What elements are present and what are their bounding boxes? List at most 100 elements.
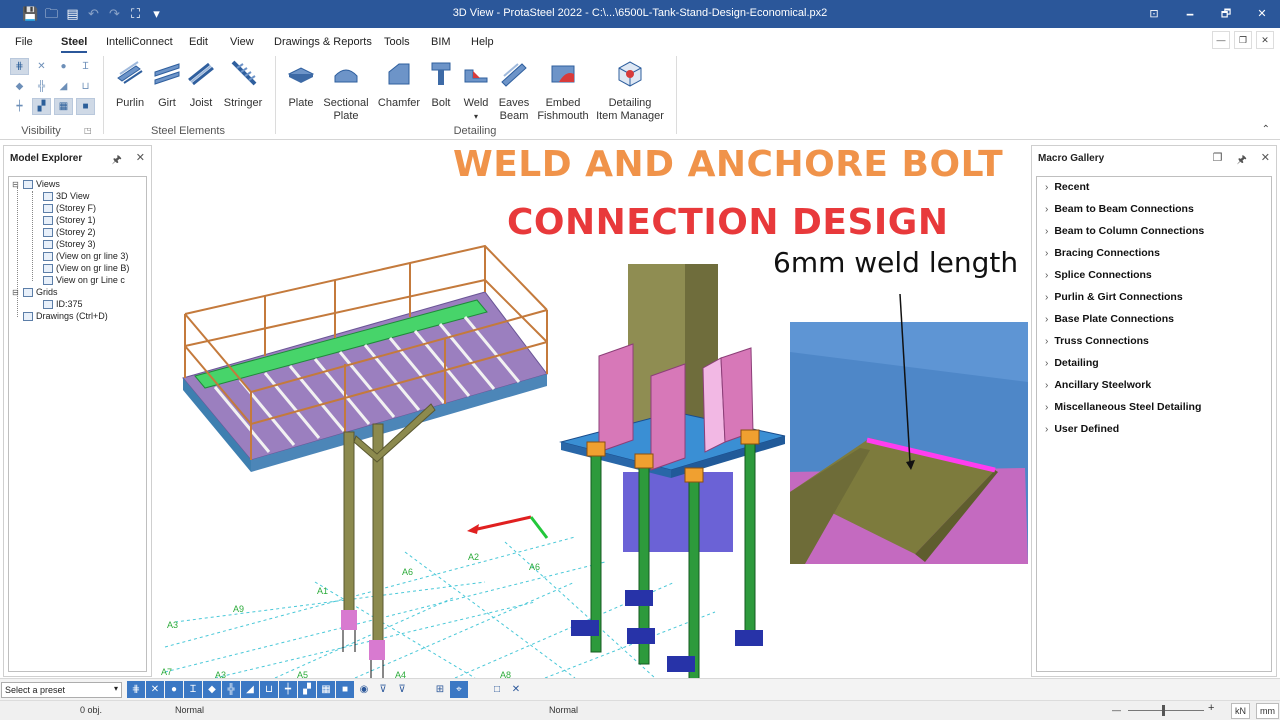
purlin-button[interactable]: Purlin <box>112 60 148 110</box>
tab-bim[interactable]: BIM <box>431 36 451 48</box>
tree-node-view-line-c[interactable]: View on gr Line c <box>43 275 125 285</box>
embed-fishmouth-button[interactable]: Embed Fishmouth <box>536 60 590 123</box>
tree-node-views[interactable]: ⊟ Views <box>12 179 60 189</box>
slab-filter-icon[interactable]: ◆ <box>203 681 221 698</box>
tab-help[interactable]: Help <box>471 36 494 48</box>
beam-filter-icon[interactable]: ╬ <box>222 681 240 698</box>
tab-file[interactable]: File <box>15 36 33 48</box>
tree-node-drawings[interactable]: Drawings (Ctrl+D) <box>23 311 108 321</box>
visibility-eye-icon[interactable]: ◉ <box>355 681 373 698</box>
macro-item-beam-to-column[interactable]: › Beam to Column Connections <box>1045 225 1204 237</box>
bolt-button[interactable]: Bolt <box>426 60 456 110</box>
tree-node-storey-f[interactable]: (Storey F) <box>43 203 96 213</box>
clear-selection-icon[interactable]: ✕ <box>507 681 525 698</box>
tab-drawings-reports[interactable]: Drawings & Reports <box>274 36 372 48</box>
collapse-icon[interactable]: ⊟ <box>12 288 20 297</box>
eaves-beam-button[interactable]: Eaves Beam <box>496 60 532 123</box>
tree-node-storey-3[interactable]: (Storey 3) <box>43 239 96 249</box>
collapse-icon[interactable]: ⊟ <box>12 180 20 189</box>
column-visibility-icon[interactable]: Ɪ <box>76 58 95 75</box>
tab-tools[interactable]: Tools <box>384 36 410 48</box>
weld-dropdown-icon[interactable]: ▾ <box>460 110 492 123</box>
axis-filter-icon[interactable]: ✕ <box>146 681 164 698</box>
macro-item-ancillary[interactable]: › Ancillary Steelwork <box>1045 379 1151 391</box>
restore-button[interactable]: 🗗 <box>1208 0 1244 28</box>
grid-visibility-icon[interactable]: ⋕ <box>10 58 29 75</box>
beam-visibility-icon[interactable]: ╬ <box>32 78 51 95</box>
weld-detail-inset[interactable] <box>790 293 1028 564</box>
joist-button[interactable]: Joist <box>186 60 216 110</box>
tree-node-view-line-3[interactable]: (View on gr line 3) <box>43 251 128 261</box>
plate-visibility-icon[interactable]: ▞ <box>32 98 51 115</box>
zoom-slider[interactable] <box>1128 710 1204 711</box>
brace-filter-icon[interactable]: ◢ <box>241 681 259 698</box>
tree-node-view-line-b[interactable]: (View on gr line B) <box>43 263 129 273</box>
girt-button[interactable]: Girt <box>152 60 182 110</box>
3d-viewport[interactable]: A1 A2 A3 A6 A6 A9 A7 A3 A5 A4 A8 A6 <box>155 142 1028 678</box>
plate-button[interactable]: Plate <box>284 60 318 110</box>
length-unit-selector[interactable]: mm <box>1256 703 1279 719</box>
doc-restore-button[interactable]: ❐ <box>1234 31 1252 49</box>
member-visibility-icon[interactable]: ┿ <box>10 98 29 115</box>
preset-dropdown[interactable]: Select a preset ▾ <box>1 682 122 698</box>
sectional-plate-button[interactable]: Sectional Plate <box>322 60 370 123</box>
chamfer-button[interactable]: Chamfer <box>376 60 422 110</box>
slab-visibility-icon[interactable]: ◆ <box>10 78 29 95</box>
tree-node-3d-view[interactable]: 3D View <box>43 191 89 201</box>
bolt-visibility-icon[interactable]: ▦ <box>54 98 73 115</box>
node-visibility-icon[interactable]: ● <box>54 58 73 75</box>
tree-node-storey-2[interactable]: (Storey 2) <box>43 227 96 237</box>
tab-intelliconnect[interactable]: IntelliConnect <box>106 36 173 48</box>
doc-close-button[interactable]: ✕ <box>1256 31 1274 49</box>
tree-node-storey-1[interactable]: (Storey 1) <box>43 215 96 225</box>
macro-item-bracing[interactable]: › Bracing Connections <box>1045 247 1160 259</box>
tree-node-grid-id[interactable]: ID:375 <box>43 299 83 309</box>
tree-node-grids[interactable]: ⊟ Grids <box>12 287 58 297</box>
filter-clear-icon[interactable]: ⊽ <box>393 681 411 698</box>
select-mode-icon[interactable]: ⊞ <box>431 681 449 698</box>
macro-item-base-plate[interactable]: › Base Plate Connections <box>1045 313 1174 325</box>
plate-filter-icon[interactable]: ▞ <box>298 681 316 698</box>
grid-filter-icon[interactable]: ⋕ <box>127 681 145 698</box>
macro-item-splice[interactable]: › Splice Connections <box>1045 269 1152 281</box>
wall-visibility-icon[interactable]: ⊔ <box>76 78 95 95</box>
column-base-detail[interactable] <box>559 264 786 678</box>
node-filter-icon[interactable]: ● <box>165 681 183 698</box>
column-filter-icon[interactable]: Ɪ <box>184 681 202 698</box>
detailing-item-manager-button[interactable]: Detailing Item Manager <box>596 60 664 123</box>
float-icon[interactable]: ❐ <box>1213 151 1223 170</box>
zoom-out-button[interactable]: — <box>1112 705 1121 715</box>
bolt-filter-icon[interactable]: ▦ <box>317 681 335 698</box>
solid-visibility-icon[interactable]: ■ <box>76 98 95 115</box>
force-unit-selector[interactable]: kN <box>1231 703 1250 719</box>
macro-item-recent[interactable]: › Recent <box>1045 181 1089 193</box>
pin-icon[interactable]: 🖈 <box>112 151 122 170</box>
stringer-button[interactable]: Stringer <box>222 60 264 110</box>
macro-item-beam-to-beam[interactable]: › Beam to Beam Connections <box>1045 203 1194 215</box>
tab-edit[interactable]: Edit <box>189 36 208 48</box>
solid-filter-icon[interactable]: ■ <box>336 681 354 698</box>
macro-item-user-defined[interactable]: › User Defined <box>1045 423 1119 435</box>
window-select-icon[interactable]: □ <box>488 681 506 698</box>
filter-icon[interactable]: ⊽ <box>374 681 392 698</box>
brace-visibility-icon[interactable]: ◢ <box>54 78 73 95</box>
ribbon-options-button[interactable]: ⊡ <box>1136 0 1172 28</box>
panel-close-icon[interactable]: ✕ <box>136 151 145 170</box>
zoom-slider-thumb[interactable] <box>1162 705 1165 716</box>
tab-steel[interactable]: Steel <box>61 36 88 53</box>
weld-button[interactable]: Weld ▾ <box>460 60 492 123</box>
visibility-dialog-launcher-icon[interactable]: ◳ <box>84 126 92 135</box>
collapse-ribbon-icon[interactable]: ⌃ <box>1262 124 1270 135</box>
macro-item-purlin-girt[interactable]: › Purlin & Girt Connections <box>1045 291 1183 303</box>
axis-visibility-icon[interactable]: ✕ <box>32 58 51 75</box>
close-button[interactable]: ✕ <box>1244 0 1280 28</box>
wall-filter-icon[interactable]: ⊔ <box>260 681 278 698</box>
pick-mode-icon[interactable]: ⌖ <box>450 681 468 698</box>
macro-item-detailing[interactable]: › Detailing <box>1045 357 1099 369</box>
member-filter-icon[interactable]: ┿ <box>279 681 297 698</box>
doc-minimize-button[interactable]: — <box>1212 31 1230 49</box>
tab-view[interactable]: View <box>230 36 254 48</box>
macro-item-misc-detailing[interactable]: › Miscellaneous Steel Detailing <box>1045 401 1201 413</box>
zoom-in-button[interactable]: + <box>1208 702 1214 714</box>
pin-icon[interactable]: 🖈 <box>1237 151 1247 170</box>
